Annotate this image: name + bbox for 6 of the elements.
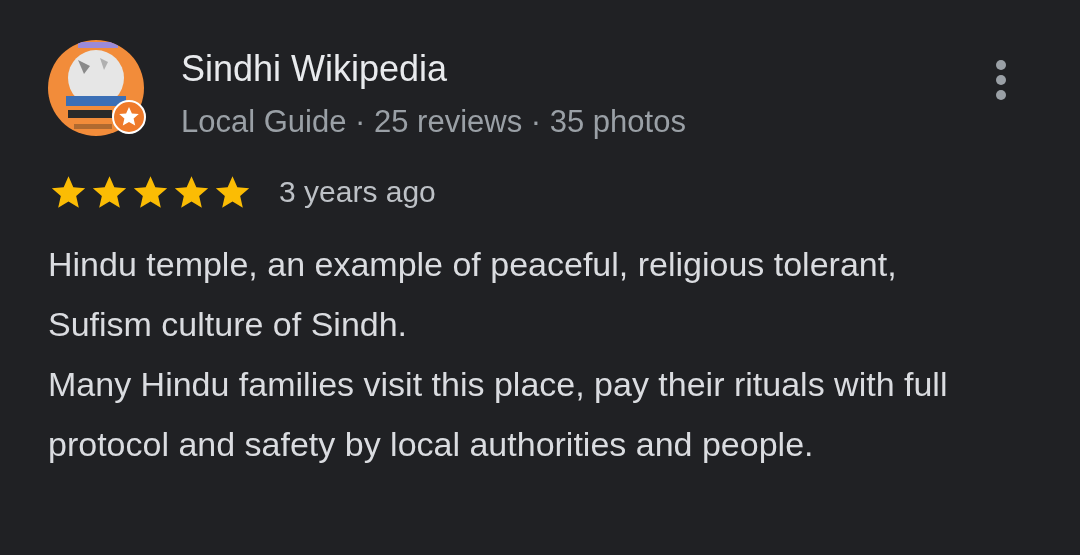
review-text: Many Hindu families visit this place, pay their rituals with full protocol and safety by local authorities and people. [48, 364, 949, 465]
author-name[interactable]: Sindhi Wikipedia [181, 48, 957, 90]
author-stats: Local Guide · 25 reviews · 35 photos [181, 103, 687, 141]
more-options-icon[interactable] [994, 58, 1008, 102]
review-time: 3 years ago [279, 175, 436, 209]
review-text: Hindu temple, an example of peaceful, religious tolerant, Sufism culture of Sindh. [48, 244, 898, 345]
